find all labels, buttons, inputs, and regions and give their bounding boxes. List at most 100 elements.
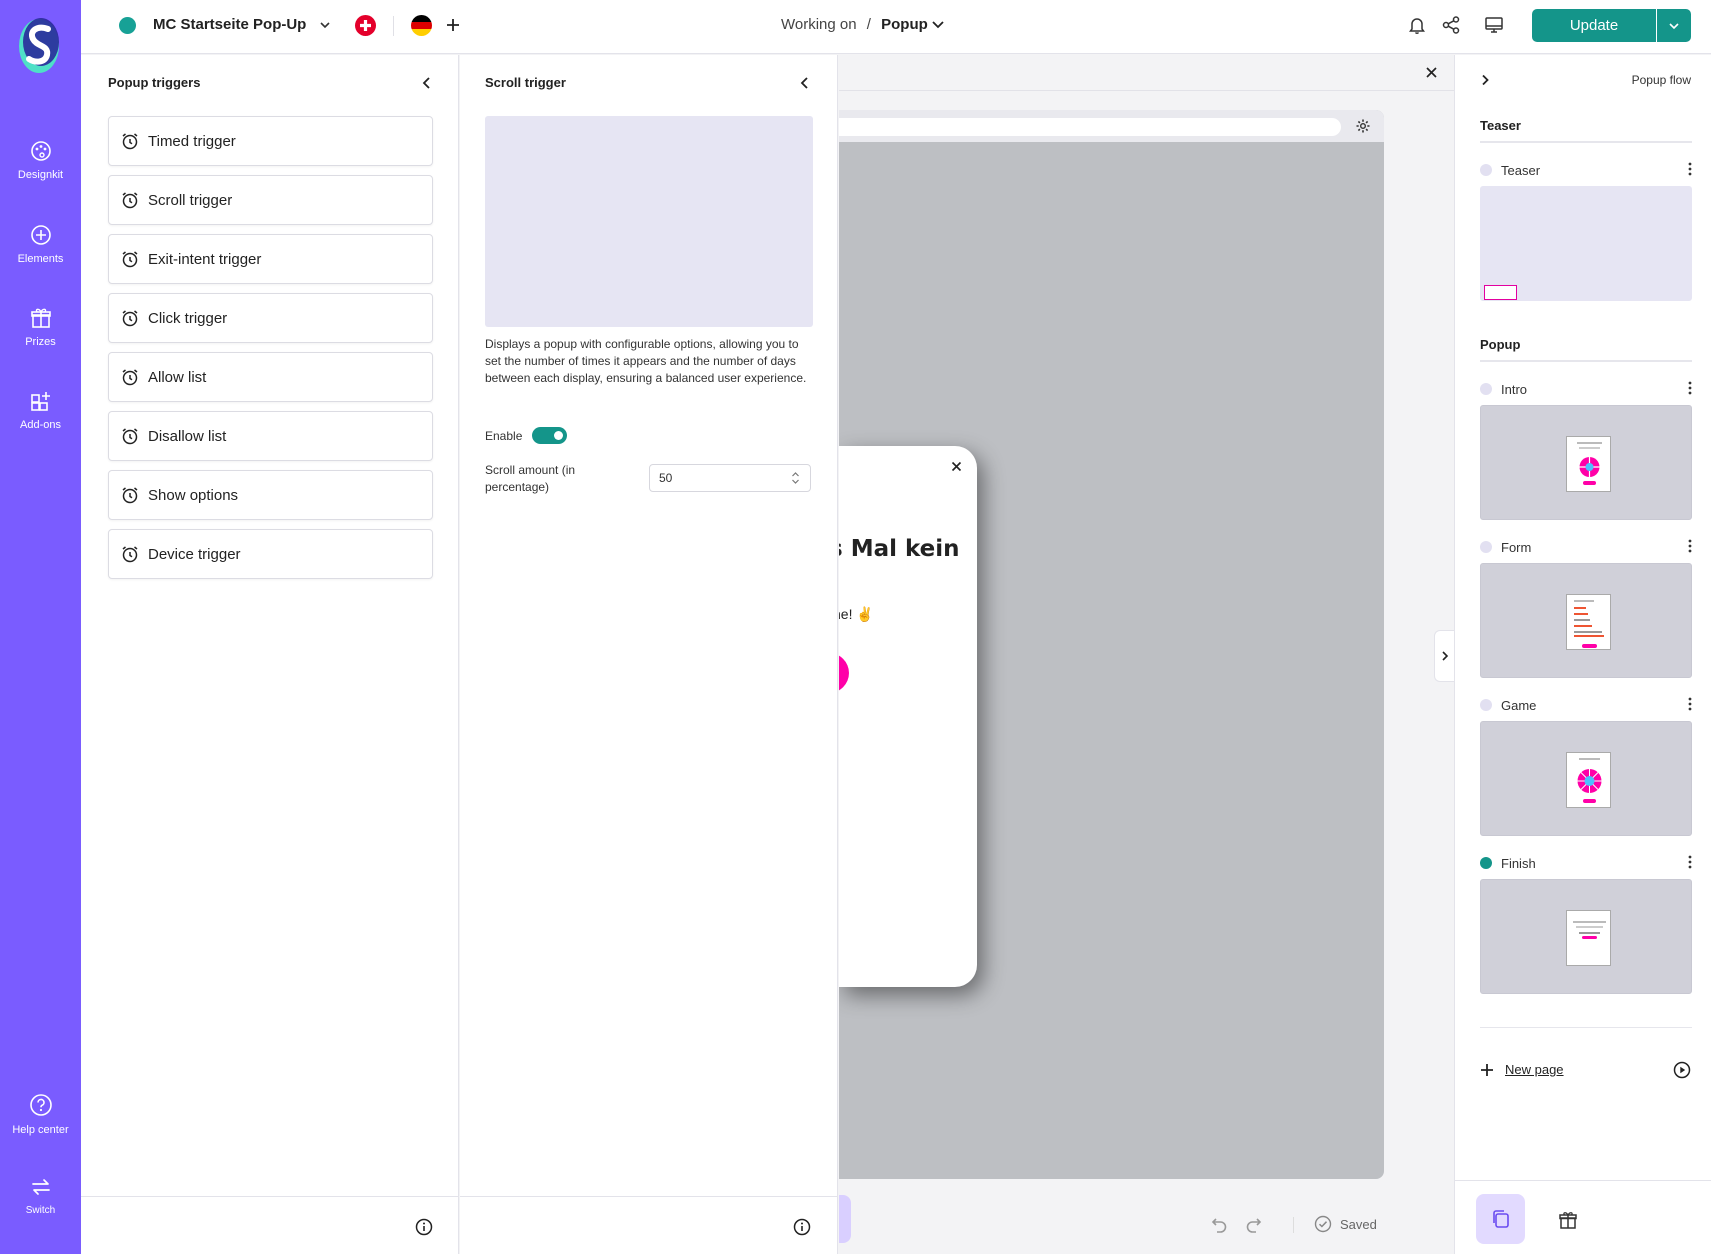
save-status: Saved	[1340, 1217, 1377, 1232]
breadcrumb-separator: /	[866, 16, 871, 33]
stepper-icon[interactable]	[791, 471, 800, 485]
page-preview	[1566, 436, 1611, 492]
rail-switch[interactable]: Switch	[0, 1176, 81, 1216]
trigger-disallow-list[interactable]: Disallow list	[108, 411, 433, 461]
trigger-label: Click trigger	[148, 309, 228, 327]
trigger-device[interactable]: Device trigger	[108, 529, 433, 579]
page-status-dot	[1480, 541, 1492, 553]
trigger-scroll[interactable]: Scroll trigger	[108, 175, 433, 225]
rail-label: Help center	[12, 1124, 69, 1136]
left-rail: Designkit Elements Prizes Add-ons Help c…	[0, 0, 81, 1254]
play-preview-icon[interactable]	[1673, 1061, 1691, 1079]
update-options-button[interactable]	[1657, 9, 1691, 42]
redo-icon[interactable]	[1244, 1215, 1262, 1233]
info-icon[interactable]	[415, 1218, 433, 1236]
alarm-clock-icon	[122, 192, 138, 209]
page-row-finish[interactable]: Finish	[1480, 854, 1692, 872]
canvas-status-bar: Saved	[839, 1195, 1454, 1254]
breadcrumb: Working on / Popup	[781, 16, 928, 33]
desktop-preview-icon[interactable]	[1484, 15, 1504, 35]
trigger-timed[interactable]: Timed trigger	[108, 116, 433, 166]
page-status-dot	[1480, 383, 1492, 395]
page-preview	[1566, 752, 1611, 808]
page-row-intro[interactable]: Intro	[1480, 380, 1692, 398]
page-status-dot	[1480, 164, 1492, 176]
page-thumbnail-finish[interactable]	[1480, 879, 1692, 994]
check-circle-icon	[1314, 1215, 1332, 1233]
panel-footer-divider	[81, 1196, 458, 1197]
page-row-game[interactable]: Game	[1480, 696, 1692, 714]
alarm-clock-icon	[122, 428, 138, 445]
trigger-allow-list[interactable]: Allow list	[108, 352, 433, 402]
gift-icon[interactable]	[1558, 1210, 1578, 1230]
teaser-mini	[1484, 285, 1517, 300]
panel-title: Popup triggers	[108, 75, 201, 90]
undo-icon[interactable]	[1211, 1215, 1229, 1233]
rail-prizes[interactable]: Prizes	[0, 307, 81, 348]
trigger-click[interactable]: Click trigger	[108, 293, 433, 343]
close-icon[interactable]	[1425, 66, 1438, 79]
scroll-trigger-panel: Scroll trigger Displays a popup with con…	[460, 55, 838, 1254]
trigger-label: Disallow list	[148, 427, 227, 445]
popup-flow-panel: Popup flow Teaser Teaser Popup Intro For…	[1454, 55, 1711, 1254]
popup-cta-button[interactable]	[839, 653, 849, 693]
page-thumbnail-form[interactable]	[1480, 563, 1692, 678]
page-thumbnail-teaser[interactable]	[1480, 186, 1692, 301]
back-icon[interactable]	[799, 76, 811, 90]
more-icon[interactable]	[1688, 696, 1692, 712]
popup-heading[interactable]: s Mal kein	[839, 536, 960, 562]
enable-toggle[interactable]	[532, 427, 567, 444]
page-name: Game	[1501, 697, 1537, 713]
page-status-dot	[1480, 699, 1492, 711]
breadcrumb-prefix: Working on	[781, 16, 857, 33]
info-icon[interactable]	[793, 1218, 811, 1236]
trigger-label: Exit-intent trigger	[148, 250, 262, 268]
chevron-down-icon[interactable]	[931, 19, 945, 31]
bell-icon[interactable]	[1407, 15, 1427, 35]
more-icon[interactable]	[1688, 854, 1692, 870]
expand-flow-tab[interactable]	[1434, 630, 1454, 682]
pages-tab[interactable]	[1476, 1194, 1525, 1244]
new-page-link[interactable]: New page	[1505, 1062, 1564, 1077]
add-language-icon[interactable]	[445, 17, 461, 33]
trigger-description: Displays a popup with configurable optio…	[485, 337, 807, 385]
app-logo[interactable]	[17, 17, 61, 75]
rail-elements[interactable]: Elements	[0, 224, 81, 265]
chevron-right-icon[interactable]	[1480, 74, 1491, 86]
divider	[1656, 15, 1657, 36]
gift-icon	[30, 308, 51, 328]
scroll-amount-input[interactable]: 50	[649, 464, 811, 492]
browser-bar	[839, 110, 1384, 142]
swiss-flag-icon[interactable]	[355, 15, 376, 36]
rail-add-ons[interactable]: Add-ons	[0, 390, 81, 431]
german-flag-icon[interactable]	[411, 15, 432, 36]
rail-help-center[interactable]: Help center	[0, 1093, 81, 1136]
share-icon[interactable]	[1441, 15, 1461, 35]
chevron-down-icon[interactable]	[319, 19, 331, 31]
rail-label: Designkit	[17, 169, 64, 181]
gear-icon[interactable]	[1355, 118, 1371, 134]
collapse-panel-icon[interactable]	[421, 76, 433, 90]
divider	[1293, 1217, 1294, 1233]
trigger-exit-intent[interactable]: Exit-intent trigger	[108, 234, 433, 284]
alarm-clock-icon	[122, 310, 138, 327]
plus-icon[interactable]	[1480, 1063, 1494, 1077]
breadcrumb-current[interactable]: Popup	[881, 16, 928, 33]
page-thumbnail-game[interactable]	[1480, 721, 1692, 836]
trigger-show-options[interactable]: Show options	[108, 470, 433, 520]
project-name[interactable]: MC Startseite Pop-Up	[153, 16, 306, 33]
trigger-label: Allow list	[148, 368, 207, 386]
page-thumbnail-intro[interactable]	[1480, 405, 1692, 520]
update-button[interactable]: Update	[1532, 9, 1656, 42]
trigger-label: Show options	[148, 486, 239, 504]
popup-text[interactable]: ne! ✌️	[839, 606, 874, 623]
more-icon[interactable]	[1688, 538, 1692, 554]
rail-designkit[interactable]: Designkit	[0, 140, 81, 181]
more-icon[interactable]	[1688, 380, 1692, 396]
page-row-form[interactable]: Form	[1480, 538, 1692, 556]
trigger-label: Timed trigger	[148, 132, 236, 150]
close-icon[interactable]	[951, 461, 962, 472]
page-row-teaser[interactable]: Teaser	[1480, 161, 1692, 179]
popup-modal[interactable]: s Mal kein ne! ✌️	[839, 446, 977, 987]
more-icon[interactable]	[1688, 161, 1692, 177]
